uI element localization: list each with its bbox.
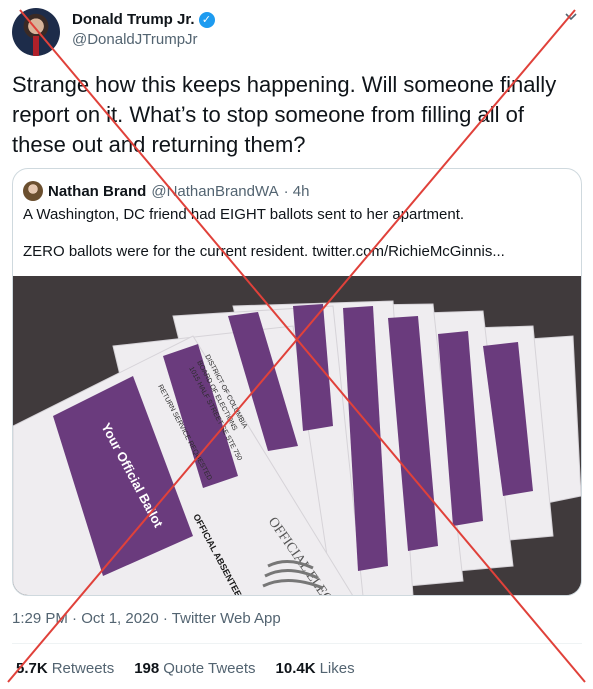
- likes-stat[interactable]: 10.4K Likes: [276, 660, 355, 677]
- divider: [12, 643, 582, 644]
- retweets-stat[interactable]: 5.7K Retweets: [16, 660, 114, 677]
- quoted-tweet-line-2: ZERO ballots were for the current reside…: [23, 243, 505, 260]
- retweets-label: Retweets: [51, 660, 115, 677]
- author-handle[interactable]: @DonaldJTrumpJr: [72, 31, 198, 48]
- quote-tweets-label: Quote Tweets: [163, 660, 256, 677]
- author-avatar[interactable]: [12, 8, 60, 56]
- quoted-tweet-line-1: A Washington, DC friend had EIGHT ballot…: [23, 206, 465, 223]
- quoted-tweet-time: · 4h: [283, 182, 310, 200]
- quote-tweets-stat[interactable]: 198 Quote Tweets: [134, 660, 255, 677]
- quoted-author-name: Nathan Brand: [48, 182, 147, 200]
- ballot-envelopes-drawing: Your Official Ballot DISTRICT OF COLUMBI…: [13, 276, 581, 595]
- quoted-author-handle: @NathanBrandWA: [151, 182, 279, 200]
- quoted-author-avatar: [23, 181, 43, 201]
- tweet-header: Donald Trump Jr. ✓ @DonaldJTrumpJr: [12, 8, 582, 56]
- tweet-timestamp[interactable]: 1:29 PM · Oct 1, 2020 · Twitter Web App: [12, 610, 281, 627]
- quoted-tweet-text: A Washington, DC friend had EIGHT ballot…: [23, 205, 573, 279]
- tweet-stats: 5.7K Retweets 198 Quote Tweets 10.4K Likes: [16, 660, 355, 677]
- likes-label: Likes: [319, 660, 355, 677]
- ballot-envelopes-photo[interactable]: Your Official Ballot DISTRICT OF COLUMBI…: [13, 276, 581, 595]
- quoted-tweet-header: Nathan Brand @NathanBrandWA · 4h: [23, 181, 309, 201]
- author-name[interactable]: Donald Trump Jr.: [72, 11, 195, 28]
- chevron-down-icon[interactable]: [564, 10, 578, 24]
- quote-tweets-count: 198: [134, 660, 160, 677]
- retweets-count: 5.7K: [16, 660, 48, 677]
- author-name-row: Donald Trump Jr. ✓: [72, 11, 215, 28]
- tweet-text: Strange how this keeps happening. Will s…: [12, 72, 557, 157]
- likes-count: 10.4K: [275, 660, 316, 677]
- verified-badge-icon: ✓: [198, 11, 215, 28]
- quoted-tweet[interactable]: Nathan Brand @NathanBrandWA · 4h A Washi…: [12, 168, 582, 596]
